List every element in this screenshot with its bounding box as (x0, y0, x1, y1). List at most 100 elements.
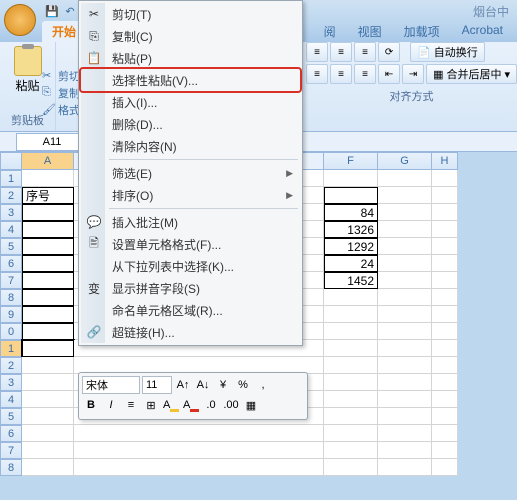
row-header[interactable]: 6 (0, 425, 22, 442)
scissors-icon: ✂ (86, 6, 102, 22)
cell[interactable] (22, 170, 74, 187)
cell-F7[interactable]: 1452 (324, 272, 378, 289)
row-header[interactable]: 7 (0, 272, 22, 289)
tab-addins[interactable]: 加载项 (394, 21, 450, 42)
alignment-group: ≡ ≡ ≡ ⟳ 📄自动换行 ≡ ≡ ≡ ⇤ ⇥ ▦合并后居中▾ 对齐方式 (306, 42, 517, 131)
cm-sort[interactable]: 排序(O)▶ (81, 184, 300, 206)
row-header[interactable]: 2 (0, 357, 22, 374)
cm-filter[interactable]: 筛选(E)▶ (81, 162, 300, 184)
copy-icon: ⎘ (86, 28, 102, 44)
row-header[interactable]: 8 (0, 289, 22, 306)
tab-review[interactable]: 阅 (314, 21, 346, 42)
row-header[interactable]: 3 (0, 204, 22, 221)
cell-F5[interactable]: 1292 (324, 238, 378, 255)
col-header-H[interactable]: H (432, 152, 458, 170)
col-header-F[interactable]: F (324, 152, 378, 170)
row-header[interactable]: 5 (0, 408, 22, 425)
row-header[interactable]: 0 (0, 323, 22, 340)
align-middle-button[interactable]: ≡ (330, 42, 352, 62)
align-center-button[interactable]: ≡ (330, 64, 352, 84)
bold-button[interactable]: B (82, 396, 100, 414)
col-header-A[interactable]: A (22, 152, 74, 170)
row-header[interactable]: 4 (0, 221, 22, 238)
accounting-format-button[interactable]: ¥ (214, 376, 232, 394)
cell-F4[interactable]: 1326 (324, 221, 378, 238)
cell-F3[interactable]: 84 (324, 204, 378, 221)
cell-A2[interactable]: 序号 (22, 187, 74, 204)
shrink-font-button[interactable]: A↓ (194, 376, 212, 394)
separator (109, 159, 298, 160)
cm-insert-comment[interactable]: 💬插入批注(M) (81, 211, 300, 233)
align-center-mini-button[interactable]: ≡ (122, 396, 140, 414)
decrease-indent-button[interactable]: ⇤ (378, 64, 400, 84)
percent-format-button[interactable]: % (234, 376, 252, 394)
cm-clear[interactable]: 清除内容(N) (81, 135, 300, 157)
app-title: 烟台中 (473, 3, 513, 20)
undo-icon[interactable]: ↶ (62, 3, 78, 19)
merge-mini-button[interactable]: ▦ (242, 396, 260, 414)
italic-button[interactable]: I (102, 396, 120, 414)
tab-view[interactable]: 视图 (348, 21, 392, 42)
row-header[interactable]: 1 (0, 340, 22, 357)
cm-delete[interactable]: 删除(D)... (81, 113, 300, 135)
chevron-right-icon: ▶ (286, 190, 293, 201)
align-bottom-button[interactable]: ≡ (354, 42, 376, 62)
comment-icon: 💬 (86, 214, 102, 230)
align-top-button[interactable]: ≡ (306, 42, 328, 62)
office-button[interactable] (4, 4, 36, 36)
wrap-icon: 📄 (417, 46, 431, 59)
cm-insert[interactable]: 插入(I)... (81, 91, 300, 113)
increase-decimal-button[interactable]: .00 (222, 396, 240, 414)
cm-pick-list[interactable]: 从下拉列表中选择(K)... (81, 255, 300, 277)
format-icon: 🖹 (86, 236, 102, 252)
save-icon[interactable]: 💾 (44, 3, 60, 19)
scissors-icon: ✂ (42, 69, 56, 83)
copy-icon: ⎘ (42, 86, 56, 100)
borders-button[interactable]: ⊞ (142, 396, 160, 414)
cm-copy[interactable]: ⎘复制(C) (81, 25, 300, 47)
row-header[interactable]: 5 (0, 238, 22, 255)
decrease-decimal-button[interactable]: .0 (202, 396, 220, 414)
paste-label: 粘贴 (16, 77, 40, 94)
context-menu: ✂剪切(T) ⎘复制(C) 📋粘贴(P) 选择性粘贴(V)... 插入(I)..… (78, 0, 303, 346)
row-header[interactable]: 2 (0, 187, 22, 204)
chevron-down-icon: ▾ (504, 68, 510, 81)
col-header-G[interactable]: G (378, 152, 432, 170)
increase-indent-button[interactable]: ⇥ (402, 64, 424, 84)
wrap-text-button[interactable]: 📄自动换行 (410, 42, 485, 62)
brush-icon: 🖌 (42, 103, 56, 117)
cm-hyperlink[interactable]: 🔗超链接(H)... (81, 321, 300, 343)
tab-acrobat[interactable]: Acrobat (452, 21, 513, 42)
cm-cut[interactable]: ✂剪切(T) (81, 3, 300, 25)
grow-font-button[interactable]: A↑ (174, 376, 192, 394)
cm-paste-special[interactable]: 选择性粘贴(V)... (81, 69, 300, 91)
comma-format-button[interactable]: , (254, 376, 272, 394)
paste-icon (14, 46, 42, 76)
select-all-corner[interactable] (0, 152, 22, 170)
row-header[interactable]: 6 (0, 255, 22, 272)
row-header[interactable]: 8 (0, 459, 22, 476)
orientation-button[interactable]: ⟳ (378, 42, 400, 62)
fill-color-button[interactable]: A (162, 396, 180, 414)
separator (109, 208, 298, 209)
font-color-button[interactable]: A (182, 396, 200, 414)
cm-paste[interactable]: 📋粘贴(P) (81, 47, 300, 69)
row-header[interactable]: 7 (0, 442, 22, 459)
mini-fontsize-select[interactable] (142, 376, 172, 394)
row-header[interactable]: 1 (0, 170, 22, 187)
hyperlink-icon: 🔗 (86, 324, 102, 340)
merge-center-button[interactable]: ▦合并后居中▾ (426, 64, 517, 84)
row-header[interactable]: 4 (0, 391, 22, 408)
mini-toolbar: A↑ A↓ ¥ % , B I ≡ ⊞ A A .0 .00 ▦ (78, 372, 308, 420)
align-right-button[interactable]: ≡ (354, 64, 376, 84)
cell-A11-selected[interactable] (22, 340, 74, 357)
row-header[interactable]: 3 (0, 374, 22, 391)
cm-format-cells[interactable]: 🖹设置单元格格式(F)... (81, 233, 300, 255)
row-header[interactable]: 9 (0, 306, 22, 323)
chevron-right-icon: ▶ (286, 168, 293, 179)
mini-font-select[interactable] (82, 376, 140, 394)
cm-name-range[interactable]: 命名单元格区域(R)... (81, 299, 300, 321)
align-left-button[interactable]: ≡ (306, 64, 328, 84)
cm-show-pinyin[interactable]: 变显示拼音字段(S) (81, 277, 300, 299)
cell-F6[interactable]: 24 (324, 255, 378, 272)
